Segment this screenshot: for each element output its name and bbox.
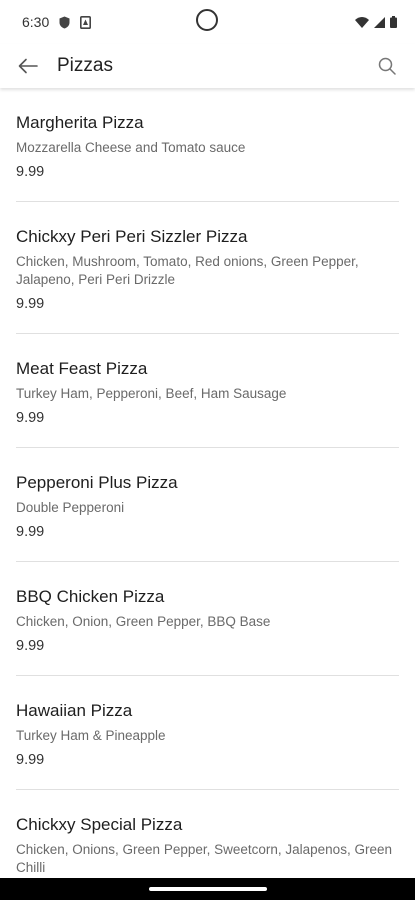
item-name: Pepperoni Plus Pizza (16, 473, 178, 492)
menu-item-chickxy-special-pizza[interactable]: Chickxy Special Pizza Chicken, Onions, G… (0, 790, 415, 877)
item-price: 9.99 (16, 410, 45, 426)
item-name: Chickxy Special Pizza (16, 815, 183, 834)
item-description: Turkey Ham & Pineapple (16, 728, 166, 743)
wifi-icon (355, 16, 369, 28)
item-description: Turkey Ham, Pepperoni, Beef, Ham Sausage (16, 386, 287, 401)
item-name: Meat Feast Pizza (16, 359, 148, 378)
status-right (355, 16, 397, 28)
gesture-nav-bar (0, 878, 415, 900)
status-time: 6:30 (22, 14, 50, 30)
search-icon[interactable] (375, 54, 399, 78)
menu-item-bbq-chicken-pizza[interactable]: BBQ Chicken Pizza Chicken, Onion, Green … (0, 562, 415, 676)
status-bar: 6:30 (0, 0, 415, 44)
menu-item-meat-feast-pizza[interactable]: Meat Feast Pizza Turkey Ham, Pepperoni, … (0, 334, 415, 448)
page-title: Pizzas (57, 55, 113, 76)
status-left: 6:30 (22, 14, 92, 30)
shield-icon (59, 16, 70, 29)
menu-item-peri-peri-sizzler-pizza[interactable]: Chickxy Peri Peri Sizzler Pizza Chicken,… (0, 202, 415, 334)
item-name: Chickxy Peri Peri Sizzler Pizza (16, 227, 248, 246)
signal-icon (374, 16, 385, 28)
item-name: Hawaiian Pizza (16, 701, 133, 720)
item-price: 9.99 (16, 638, 45, 654)
item-price: 9.99 (16, 524, 45, 540)
home-indicator[interactable] (148, 887, 267, 891)
app-bar: Pizzas (0, 44, 415, 88)
item-description: Mozzarella Cheese and Tomato sauce (16, 140, 246, 155)
item-description: Chicken, Mushroom, Tomato, Red onions, G… (16, 254, 359, 287)
item-description: Double Pepperoni (16, 500, 125, 515)
battery-icon (390, 16, 397, 28)
item-description: Chicken, Onions, Green Pepper, Sweetcorn… (16, 842, 392, 875)
menu-item-pepperoni-plus-pizza[interactable]: Pepperoni Plus Pizza Double Pepperoni 9.… (0, 448, 415, 562)
item-price: 9.99 (16, 296, 45, 312)
item-price: 9.99 (16, 752, 45, 768)
menu-item-hawaiian-pizza[interactable]: Hawaiian Pizza Turkey Ham & Pineapple 9.… (0, 676, 415, 790)
sim-alert-icon (80, 15, 92, 29)
menu-list[interactable]: Margherita Pizza Mozzarella Cheese and T… (0, 88, 415, 878)
item-name: BBQ Chicken Pizza (16, 587, 165, 606)
menu-item-margherita-pizza[interactable]: Margherita Pizza Mozzarella Cheese and T… (0, 88, 415, 202)
camera-cutout (196, 9, 218, 31)
item-name: Margherita Pizza (16, 113, 144, 132)
item-price: 9.99 (16, 164, 45, 180)
back-arrow-icon[interactable] (16, 54, 40, 78)
item-description: Chicken, Onion, Green Pepper, BBQ Base (16, 614, 271, 629)
